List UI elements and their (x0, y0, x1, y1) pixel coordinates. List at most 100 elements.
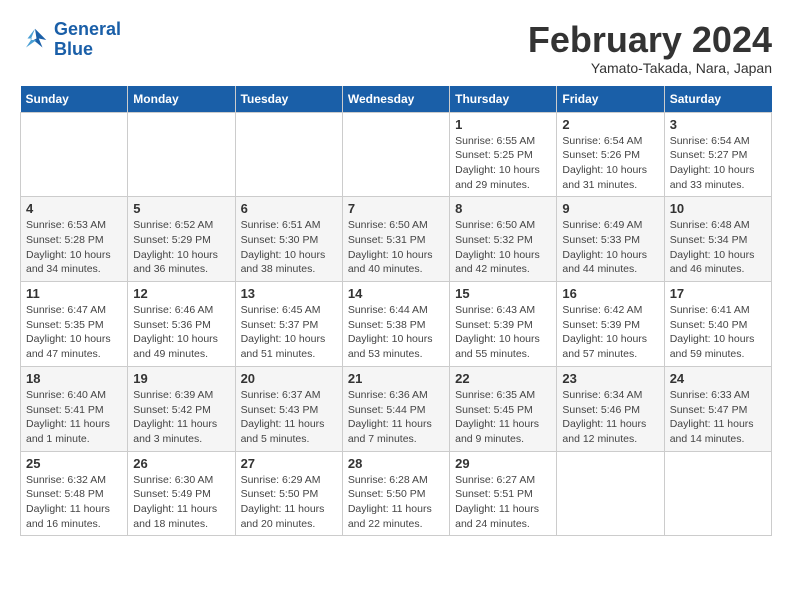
day-number: 6 (241, 201, 337, 216)
day-number: 10 (670, 201, 766, 216)
cell-details: Sunrise: 6:48 AM Sunset: 5:34 PM Dayligh… (670, 218, 766, 277)
cell-details: Sunrise: 6:27 AM Sunset: 5:51 PM Dayligh… (455, 473, 551, 532)
title-block: February 2024 Yamato-Takada, Nara, Japan (528, 20, 772, 76)
week-row-5: 25Sunrise: 6:32 AM Sunset: 5:48 PM Dayli… (21, 451, 772, 536)
logo-blue: Blue (54, 39, 93, 59)
header-wednesday: Wednesday (342, 86, 449, 113)
day-number: 24 (670, 371, 766, 386)
week-row-3: 11 Sunrise: 6:47 AM Sunset: 5:35 PM Dayli… (21, 282, 772, 367)
cell-4-3: 20Sunrise: 6:37 AM Sunset: 5:43 PM Dayli… (235, 366, 342, 451)
cell-details: Sunrise: 6:39 AM Sunset: 5:42 PM Dayligh… (133, 388, 229, 447)
cell-2-6: 9 Sunrise: 6:49 AM Sunset: 5:33 PM Daylig… (557, 197, 664, 282)
cell-4-1: 18 Sunrise: 6:40 AM Sunset: 5:41 PM Dayli… (21, 366, 128, 451)
cell-5-6 (557, 451, 664, 536)
day-number: 12 (133, 286, 229, 301)
cell-details: Sunrise: 6:43 AM Sunset: 5:39 PM Dayligh… (455, 303, 551, 362)
cell-5-7 (664, 451, 771, 536)
cell-details: Sunrise: 6:50 AM Sunset: 5:32 PM Dayligh… (455, 218, 551, 277)
cell-details: Sunrise: 6:45 AM Sunset: 5:37 PM Dayligh… (241, 303, 337, 362)
day-number: 18 (26, 371, 122, 386)
cell-1-1 (21, 112, 128, 197)
month-title: February 2024 (528, 20, 772, 60)
day-number: 27 (241, 456, 337, 471)
day-number: 11 (26, 286, 122, 301)
cell-details: Sunrise: 6:52 AM Sunset: 5:29 PM Dayligh… (133, 218, 229, 277)
cell-3-7: 17 Sunrise: 6:41 AM Sunset: 5:40 PM Dayli… (664, 282, 771, 367)
cell-2-3: 6 Sunrise: 6:51 AM Sunset: 5:30 PM Daylig… (235, 197, 342, 282)
header-tuesday: Tuesday (235, 86, 342, 113)
day-number: 21 (348, 371, 444, 386)
cell-details: Sunrise: 6:47 AM Sunset: 5:35 PM Dayligh… (26, 303, 122, 362)
day-number: 28 (348, 456, 444, 471)
header-sunday: Sunday (21, 86, 128, 113)
day-number: 26 (133, 456, 229, 471)
day-number: 8 (455, 201, 551, 216)
cell-1-6: 2 Sunrise: 6:54 AM Sunset: 5:26 PM Daylig… (557, 112, 664, 197)
cell-3-6: 16 Sunrise: 6:42 AM Sunset: 5:39 PM Dayli… (557, 282, 664, 367)
day-number: 4 (26, 201, 122, 216)
day-number: 17 (670, 286, 766, 301)
cell-5-5: 29 Sunrise: 6:27 AM Sunset: 5:51 PM Dayli… (450, 451, 557, 536)
cell-details: Sunrise: 6:49 AM Sunset: 5:33 PM Dayligh… (562, 218, 658, 277)
cell-details: Sunrise: 6:35 AM Sunset: 5:45 PM Dayligh… (455, 388, 551, 447)
cell-details: Sunrise: 6:36 AM Sunset: 5:44 PM Dayligh… (348, 388, 444, 447)
week-row-1: 1 Sunrise: 6:55 AM Sunset: 5:25 PM Daylig… (21, 112, 772, 197)
day-number: 9 (562, 201, 658, 216)
cell-5-4: 28Sunrise: 6:28 AM Sunset: 5:50 PM Dayli… (342, 451, 449, 536)
day-number: 13 (241, 286, 337, 301)
day-number: 1 (455, 117, 551, 132)
header-friday: Friday (557, 86, 664, 113)
day-number: 7 (348, 201, 444, 216)
cell-4-5: 22 Sunrise: 6:35 AM Sunset: 5:45 PM Dayli… (450, 366, 557, 451)
cell-details: Sunrise: 6:29 AM Sunset: 5:50 PM Dayligh… (241, 473, 337, 532)
day-number: 16 (562, 286, 658, 301)
cell-2-4: 7 Sunrise: 6:50 AM Sunset: 5:31 PM Daylig… (342, 197, 449, 282)
cell-details: Sunrise: 6:50 AM Sunset: 5:31 PM Dayligh… (348, 218, 444, 277)
day-number: 3 (670, 117, 766, 132)
day-number: 5 (133, 201, 229, 216)
cell-details: Sunrise: 6:33 AM Sunset: 5:47 PM Dayligh… (670, 388, 766, 447)
cell-3-2: 12Sunrise: 6:46 AM Sunset: 5:36 PM Dayli… (128, 282, 235, 367)
cell-2-2: 5 Sunrise: 6:52 AM Sunset: 5:29 PM Daylig… (128, 197, 235, 282)
day-number: 29 (455, 456, 551, 471)
header-monday: Monday (128, 86, 235, 113)
cell-2-5: 8 Sunrise: 6:50 AM Sunset: 5:32 PM Daylig… (450, 197, 557, 282)
cell-details: Sunrise: 6:44 AM Sunset: 5:38 PM Dayligh… (348, 303, 444, 362)
day-number: 25 (26, 456, 122, 471)
logo-icon (20, 25, 50, 55)
day-number: 20 (241, 371, 337, 386)
cell-4-4: 21 Sunrise: 6:36 AM Sunset: 5:44 PM Dayli… (342, 366, 449, 451)
cell-3-1: 11 Sunrise: 6:47 AM Sunset: 5:35 PM Dayli… (21, 282, 128, 367)
cell-4-7: 24 Sunrise: 6:33 AM Sunset: 5:47 PM Dayli… (664, 366, 771, 451)
week-row-2: 4Sunrise: 6:53 AM Sunset: 5:28 PM Daylig… (21, 197, 772, 282)
cell-details: Sunrise: 6:41 AM Sunset: 5:40 PM Dayligh… (670, 303, 766, 362)
cell-details: Sunrise: 6:51 AM Sunset: 5:30 PM Dayligh… (241, 218, 337, 277)
logo-general: General (54, 19, 121, 39)
day-number: 2 (562, 117, 658, 132)
logo: General Blue (20, 20, 121, 60)
week-row-4: 18 Sunrise: 6:40 AM Sunset: 5:41 PM Dayli… (21, 366, 772, 451)
cell-5-2: 26 Sunrise: 6:30 AM Sunset: 5:49 PM Dayli… (128, 451, 235, 536)
page-header: General Blue February 2024 Yamato-Takada… (20, 20, 772, 76)
header-saturday: Saturday (664, 86, 771, 113)
cell-1-4 (342, 112, 449, 197)
cell-details: Sunrise: 6:30 AM Sunset: 5:49 PM Dayligh… (133, 473, 229, 532)
day-number: 15 (455, 286, 551, 301)
calendar-table: SundayMondayTuesdayWednesdayThursdayFrid… (20, 86, 772, 537)
cell-3-5: 15 Sunrise: 6:43 AM Sunset: 5:39 PM Dayli… (450, 282, 557, 367)
day-number: 22 (455, 371, 551, 386)
cell-5-3: 27 Sunrise: 6:29 AM Sunset: 5:50 PM Dayli… (235, 451, 342, 536)
cell-2-7: 10 Sunrise: 6:48 AM Sunset: 5:34 PM Dayli… (664, 197, 771, 282)
cell-details: Sunrise: 6:40 AM Sunset: 5:41 PM Dayligh… (26, 388, 122, 447)
cell-1-7: 3 Sunrise: 6:54 AM Sunset: 5:27 PM Daylig… (664, 112, 771, 197)
cell-details: Sunrise: 6:42 AM Sunset: 5:39 PM Dayligh… (562, 303, 658, 362)
header-thursday: Thursday (450, 86, 557, 113)
cell-1-5: 1 Sunrise: 6:55 AM Sunset: 5:25 PM Daylig… (450, 112, 557, 197)
cell-4-6: 23Sunrise: 6:34 AM Sunset: 5:46 PM Dayli… (557, 366, 664, 451)
cell-1-3 (235, 112, 342, 197)
location: Yamato-Takada, Nara, Japan (528, 60, 772, 76)
cell-details: Sunrise: 6:55 AM Sunset: 5:25 PM Dayligh… (455, 134, 551, 193)
cell-details: Sunrise: 6:54 AM Sunset: 5:26 PM Dayligh… (562, 134, 658, 193)
cell-3-4: 14Sunrise: 6:44 AM Sunset: 5:38 PM Dayli… (342, 282, 449, 367)
cell-details: Sunrise: 6:54 AM Sunset: 5:27 PM Dayligh… (670, 134, 766, 193)
